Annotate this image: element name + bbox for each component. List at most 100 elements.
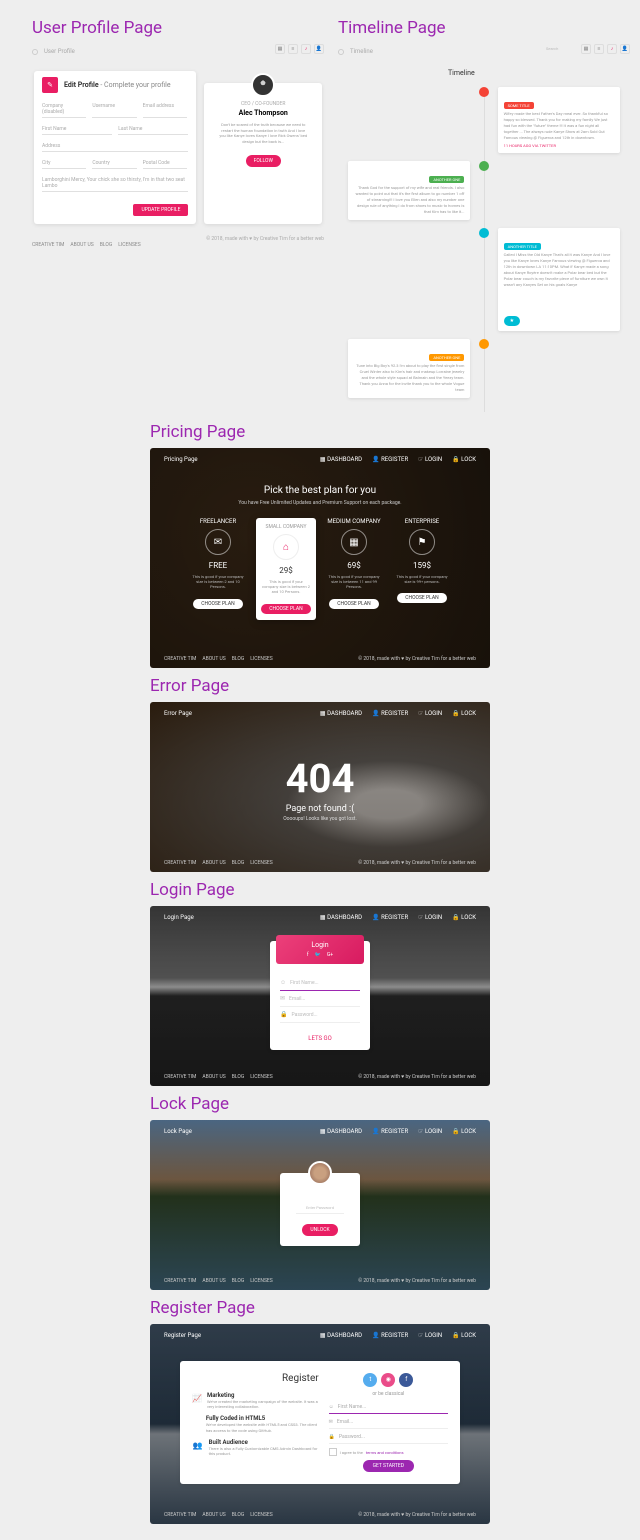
timeline-node: [479, 87, 489, 97]
pricing-heading: Pick the best plan for you: [164, 485, 476, 496]
page-brand: Login Page: [164, 914, 194, 921]
lock-card: Tania Andrew Enter Password UNLOCK: [280, 1173, 360, 1246]
register-or: or be classical: [329, 1391, 448, 1397]
pricing-plan: ENTERPRISE⚑159$This is good if your comp…: [392, 518, 452, 620]
section-title-profile: User Profile Page: [32, 18, 324, 38]
page-brand: Register Page: [164, 1332, 201, 1339]
footer-copy: © 2018, made with ♥ by Creative Tim for …: [206, 236, 324, 254]
register-title: Register: [192, 1373, 319, 1384]
facebook-icon[interactable]: f: [307, 952, 309, 958]
dashboard-icon[interactable]: ▦: [275, 44, 285, 54]
field-city[interactable]: City: [42, 156, 86, 169]
error-page: Error Page ▦ DASHBOARD👤 REGISTER☞ LOGIN🔒…: [150, 702, 490, 872]
lock-page: Lock Page ▦ DASHBOARD👤 REGISTER☞ LOGIN🔒 …: [150, 1120, 490, 1290]
register-field[interactable]: ☺First Name...: [329, 1401, 448, 1414]
page-brand: Error Page: [164, 710, 192, 717]
pricing-sub: You have Free Unlimited Updates and Prem…: [164, 500, 476, 506]
field-address[interactable]: Address: [42, 139, 188, 152]
dribbble-icon[interactable]: ◉: [381, 1373, 395, 1387]
timeline: Timeline SOME TITLEWifey made the best F…: [338, 59, 630, 412]
timeline-card: SOME TITLEWifey made the best Father's D…: [498, 87, 620, 153]
section-title-register: Register Page: [150, 1298, 490, 1318]
section-title-timeline: Timeline Page: [338, 18, 630, 38]
nav-dashboard[interactable]: ▦ DASHBOARD: [320, 456, 362, 463]
field-username[interactable]: Username: [92, 99, 136, 118]
get-started-button[interactable]: GET STARTED: [363, 1460, 414, 1472]
unlock-button[interactable]: UNLOCK: [302, 1224, 337, 1236]
error-msg: Page not found :(: [150, 804, 490, 814]
lock-name: Tania Andrew: [288, 1191, 352, 1198]
follow-button[interactable]: FOLLOW: [246, 155, 281, 167]
field-postal[interactable]: Postal Code: [143, 156, 187, 169]
twitter-icon[interactable]: 🐦: [315, 952, 321, 958]
user-icon[interactable]: 👤: [620, 44, 630, 54]
nav-lock[interactable]: 🔒 LOCK: [452, 456, 476, 463]
pricing-plan: FREELANCER✉FREEThis is good if your comp…: [188, 518, 248, 620]
edit-icon: ✎: [42, 77, 58, 93]
timeline-node: [479, 339, 489, 349]
toolbar: Search ▦ ≡ ♪ 👤: [543, 44, 630, 54]
avatar: [308, 1161, 332, 1185]
register-card: Register 📈MarketingWe've created the mar…: [180, 1361, 460, 1484]
pricing-page: Pricing Page ▦ DASHBOARD 👤 REGISTER ☞ LO…: [150, 448, 490, 668]
timeline-node: [479, 161, 489, 171]
timeline-heading: Timeline: [348, 69, 620, 77]
profile-bio: Don't be scared of the truth because we …: [212, 119, 314, 147]
profile-summary-card: CEO / CO-FOUNDER Alec Thompson Don't be …: [204, 83, 322, 224]
field-email[interactable]: Email address: [143, 99, 187, 118]
choose-plan-button[interactable]: CHOOSE PLAN: [193, 599, 242, 609]
field-firstname[interactable]: First Name: [42, 122, 112, 135]
pricing-plan: MEDIUM COMPANY▦69$This is good if your c…: [324, 518, 384, 620]
field-company[interactable]: Company (disabled): [42, 99, 86, 118]
facebook-icon[interactable]: f: [399, 1373, 413, 1387]
nav-login[interactable]: ☞ LOGIN: [418, 456, 442, 463]
register-page: Register Page ▦ DASHBOARD👤 REGISTER☞ LOG…: [150, 1324, 490, 1524]
choose-plan-button[interactable]: CHOOSE PLAN: [329, 599, 378, 609]
toolbar: ▦ ≡ ♪ 👤: [275, 44, 324, 54]
section-title-pricing: Pricing Page: [150, 422, 490, 442]
login-field[interactable]: 🔒Password...: [280, 1007, 360, 1023]
pricing-plan: SMALL COMPANY⌂29$This is good if your co…: [256, 518, 316, 620]
avatar: [251, 73, 275, 97]
notifications-icon[interactable]: ♪: [301, 44, 311, 54]
profile-name: Alec Thompson: [212, 109, 314, 117]
login-card: Login f 🐦 G+ ☺First Name...✉Email...🔒Passw…: [270, 941, 370, 1050]
footer-links: CREATIVE TIM ABOUT US BLOG LICENSES: [32, 236, 141, 254]
dashboard-icon[interactable]: ▦: [581, 44, 591, 54]
terms-checkbox[interactable]: I agree to the terms and conditions: [329, 1448, 448, 1456]
register-field[interactable]: ✉Email...: [329, 1416, 448, 1429]
notifications-icon[interactable]: ♪: [607, 44, 617, 54]
section-title-error: Error Page: [150, 676, 490, 696]
update-profile-button[interactable]: UPDATE PROFILE: [133, 204, 188, 216]
choose-plan-button[interactable]: CHOOSE PLAN: [261, 604, 310, 614]
stats-icon[interactable]: ≡: [288, 44, 298, 54]
choose-plan-button[interactable]: CHOOSE PLAN: [397, 593, 446, 603]
nav-register[interactable]: 👤 REGISTER: [372, 456, 408, 463]
profile-role: CEO / CO-FOUNDER: [212, 101, 314, 107]
register-feature: 👥Built AudienceThere is also a Fully Cus…: [192, 1439, 319, 1456]
password-input[interactable]: Enter Password: [296, 1202, 344, 1214]
user-icon[interactable]: 👤: [314, 44, 324, 54]
page-brand: Pricing Page: [164, 456, 198, 463]
timeline-card: ANOTHER ONEThank God for the support of …: [348, 161, 470, 220]
login-button[interactable]: LETS GO: [270, 1031, 370, 1050]
timeline-card: ANOTHER TITLECalled I Miss the Old Kanye…: [498, 228, 620, 331]
stats-icon[interactable]: ≡: [594, 44, 604, 54]
twitter-icon[interactable]: t: [363, 1373, 377, 1387]
page-brand: Lock Page: [164, 1128, 192, 1135]
error-sub: Ooooups! Looks like you got lost.: [150, 816, 490, 822]
login-field[interactable]: ☺First Name...: [280, 975, 360, 991]
google-icon[interactable]: G+: [327, 952, 333, 958]
login-field[interactable]: ✉Email...: [280, 991, 360, 1007]
register-field[interactable]: 🔒Password...: [329, 1431, 448, 1444]
field-lastname[interactable]: Last Name: [118, 122, 188, 135]
field-country[interactable]: Country: [92, 156, 136, 169]
section-title-lock: Lock Page: [150, 1094, 490, 1114]
timeline-action-button[interactable]: ★: [504, 316, 520, 326]
login-title: Login: [276, 941, 364, 949]
nav-links: ▦ DASHBOARD 👤 REGISTER ☞ LOGIN 🔒 LOCK: [320, 456, 476, 463]
search-input[interactable]: Search: [543, 45, 578, 53]
section-title-login: Login Page: [150, 880, 490, 900]
field-about[interactable]: Lamborghini Mercy, Your chick she so thi…: [42, 173, 188, 192]
login-page: Login Page ▦ DASHBOARD👤 REGISTER☞ LOGIN🔒…: [150, 906, 490, 1086]
